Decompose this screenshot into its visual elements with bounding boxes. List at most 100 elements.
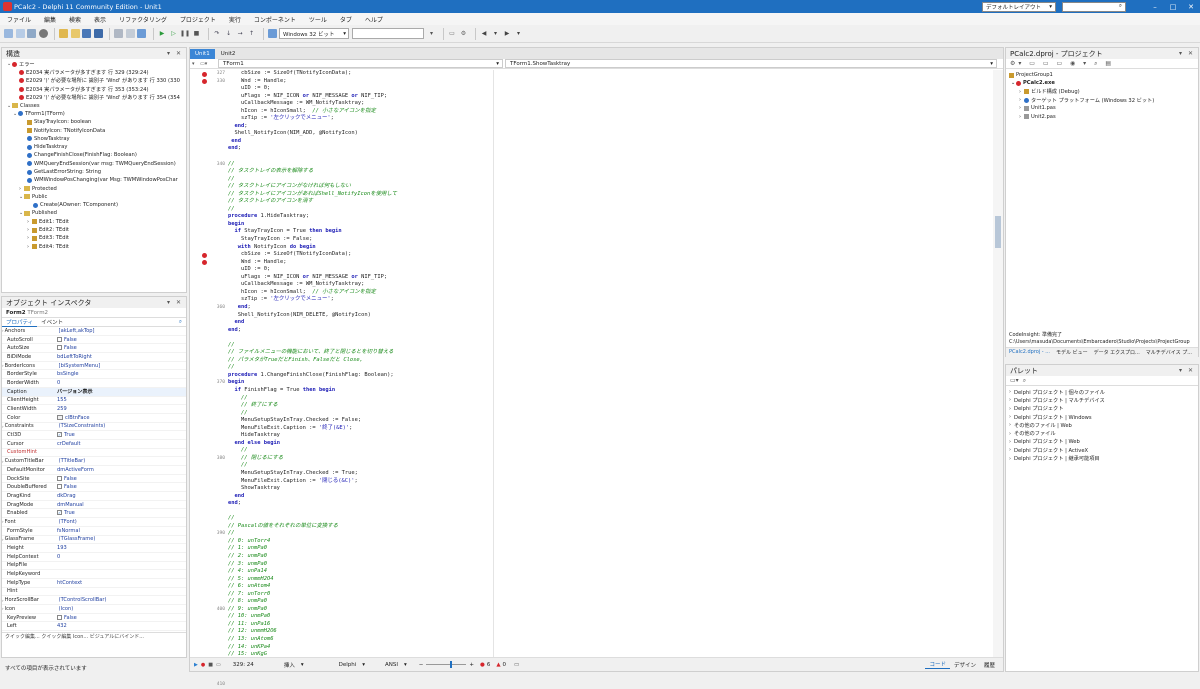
code-line[interactable]: // — [228, 515, 990, 523]
property-value[interactable]: dmManual — [57, 502, 186, 508]
menu-project[interactable]: プロジェクト — [180, 15, 216, 24]
property-row[interactable]: BorderStyle bsSingle — [2, 370, 186, 380]
tab-design[interactable]: デザイン — [950, 661, 980, 669]
code-line[interactable]: uCallbackMessage := WM_NotifyTasktray; — [228, 281, 990, 289]
close-button[interactable]: ✕ — [1182, 3, 1200, 11]
property-value[interactable]: 0 — [57, 554, 186, 560]
open-project-icon[interactable] — [27, 29, 36, 38]
menu-edit[interactable]: 編集 — [44, 15, 56, 24]
minimize-button[interactable]: – — [1146, 3, 1164, 11]
project-item[interactable]: › Unit1.pas — [1009, 104, 1195, 112]
panel-actions[interactable]: ▾ ✕ — [167, 299, 183, 306]
property-row[interactable]: BiDiMode bdLeftToRight — [2, 353, 186, 362]
property-row[interactable]: › BorderIcons [biSystemMenu] — [2, 362, 186, 371]
tab-unit2[interactable]: Unit2 — [215, 49, 241, 59]
code-line[interactable]: // 5: unmmH2O4 — [228, 576, 990, 584]
layout-select[interactable]: デフォルトレイアウト ▾ — [982, 1, 1056, 12]
menu-run[interactable]: 実行 — [229, 15, 241, 24]
code-line[interactable]: // — [228, 530, 990, 538]
menu-help[interactable]: ヘルプ — [365, 15, 383, 24]
property-row[interactable]: HelpType htContext — [2, 579, 186, 588]
property-value[interactable]: ✓ True — [57, 432, 186, 438]
code-line[interactable]: uFlags := NIF_ICON or NIF_MESSAGE or NIF… — [228, 93, 990, 101]
code-line[interactable]: Wnd := Handle; — [228, 78, 990, 86]
checkbox[interactable] — [57, 336, 62, 342]
code-line[interactable]: // 3: unmPa0 — [228, 561, 990, 569]
palette-category[interactable]: › その他のファイル — [1009, 429, 1195, 438]
property-row[interactable]: DefaultMonitor dmActiveForm — [2, 466, 186, 475]
error-marker-icon[interactable] — [202, 71, 207, 77]
property-row[interactable]: Left 432 — [2, 622, 186, 632]
code-line[interactable]: MenuFileExit.Caption := '終了(&E)'; — [228, 425, 990, 433]
search-icon[interactable]: ⌕ — [179, 319, 182, 326]
code-line[interactable]: // タスクトレイの表示を解除する — [228, 168, 990, 176]
code-line[interactable] — [228, 153, 990, 161]
panel-actions[interactable]: ▾ ✕ — [167, 50, 183, 57]
code-line[interactable]: // — [228, 364, 990, 372]
nav-menu-icon[interactable]: ▾ — [190, 61, 200, 67]
property-value[interactable]: dmActiveForm — [57, 467, 186, 473]
menu-search[interactable]: 検索 — [69, 15, 81, 24]
property-value[interactable]: bsSingle — [57, 371, 186, 377]
project-exe[interactable]: ⌄ PCalc2.exe — [1009, 79, 1195, 87]
project-toolbar[interactable]: ⚙▾ ▭ ▭ ▭ ◉ ▾ ⌕ ▤ — [1006, 59, 1198, 69]
add-file-icon[interactable] — [114, 29, 123, 38]
palette-category[interactable]: › Delphi プロジェクト | Web — [1009, 438, 1195, 446]
run-without-debug-icon[interactable]: ▷ — [169, 29, 178, 38]
options-icon[interactable]: ⚙ — [459, 29, 468, 38]
code-line[interactable]: // Pascalの値をそれぞれの単位に変換する — [228, 523, 990, 531]
property-row[interactable]: DoubleBuffered False — [2, 483, 186, 493]
menu-component[interactable]: コンポーネント — [254, 15, 296, 24]
property-row[interactable]: HelpContext 0 — [2, 553, 186, 562]
tab-properties[interactable]: プロパティ — [2, 318, 38, 327]
code-line[interactable]: uID := 0; — [228, 266, 990, 274]
property-value[interactable]: bdLeftToRight — [57, 354, 186, 360]
tree-member[interactable]: GetLastErrorString: String — [5, 168, 183, 176]
property-value[interactable]: htContext — [57, 580, 186, 586]
menu-view[interactable]: 表示 — [94, 15, 106, 24]
code-line[interactable]: HideTasktray — [228, 432, 990, 440]
property-row[interactable]: DragKind dkDrag — [2, 492, 186, 501]
code-line[interactable]: szTip := '左クリックでメニュー'; — [228, 115, 990, 123]
zoom-slider[interactable] — [426, 661, 467, 668]
remove-file-icon[interactable] — [125, 29, 135, 38]
tree-member[interactable]: ShowTasktray — [5, 135, 183, 143]
code-line[interactable]: cbSize := SizeOf(TNotifyIconData); — [228, 70, 990, 78]
code-line[interactable]: end; — [228, 304, 990, 312]
code-line[interactable]: // 8: unmPa0 — [228, 598, 990, 606]
code-line[interactable]: // 7: unTorr0 — [228, 591, 990, 599]
code-line[interactable]: MenuSetupStayInTray.Checked := False; — [228, 417, 990, 425]
reopen-icon[interactable] — [70, 29, 80, 38]
tab-unit1[interactable]: Unit1 — [190, 49, 215, 59]
tab-project[interactable]: PCalc2.dproj - ... — [1006, 348, 1053, 357]
code-line[interactable]: // — [228, 395, 990, 403]
property-value[interactable]: False — [57, 336, 186, 343]
code-line[interactable]: // タスクトレイにアイコンがあればShell_NotifyIconを使用して — [228, 191, 990, 199]
checkbox[interactable]: ✓ — [57, 510, 62, 516]
property-row[interactable]: Cursor crDefault — [2, 440, 186, 449]
new-icon[interactable] — [4, 29, 13, 38]
property-value[interactable]: 193 — [57, 545, 186, 551]
menu-tabs[interactable]: タブ — [340, 15, 352, 24]
property-value[interactable]: 432 — [57, 623, 186, 629]
code-line[interactable]: Wnd := Handle; — [228, 259, 990, 267]
code-line[interactable]: // 4: unPa14 — [228, 568, 990, 576]
insert-mode[interactable]: 挿入 — [284, 661, 295, 669]
property-value[interactable]: 155 — [57, 397, 186, 403]
property-value[interactable]: crDefault — [57, 441, 186, 447]
platform-select[interactable]: Windows 32 ビット ▾ — [279, 28, 349, 39]
tree-member[interactable]: WMQueryEndSession(var msg: TWMQueryEndSe… — [5, 160, 183, 168]
code-line[interactable]: Shell_NotifyIcon(NIM_ADD, @NotifyIcon) — [228, 130, 990, 138]
tree-node-public[interactable]: ⌄ Public — [5, 193, 183, 201]
play-icon[interactable]: ▶ — [194, 662, 198, 668]
code-line[interactable]: begin — [228, 221, 990, 229]
property-row[interactable]: ClientWidth 259 — [2, 405, 186, 414]
zoom-out-icon[interactable]: − — [419, 662, 424, 668]
checkbox[interactable]: ✓ — [57, 432, 62, 438]
line-gutter[interactable]: 327 330 340 360 370 380 390 400 410 — [190, 70, 228, 687]
property-value[interactable]: (TSizeConstraints) — [59, 423, 186, 429]
property-row[interactable]: DockSite False — [2, 475, 186, 484]
property-row[interactable]: AutoSize False — [2, 344, 186, 354]
code-line[interactable]: MenuSetupStayInTray.Checked := True; — [228, 470, 990, 478]
property-value[interactable]: (Icon) — [59, 606, 186, 612]
